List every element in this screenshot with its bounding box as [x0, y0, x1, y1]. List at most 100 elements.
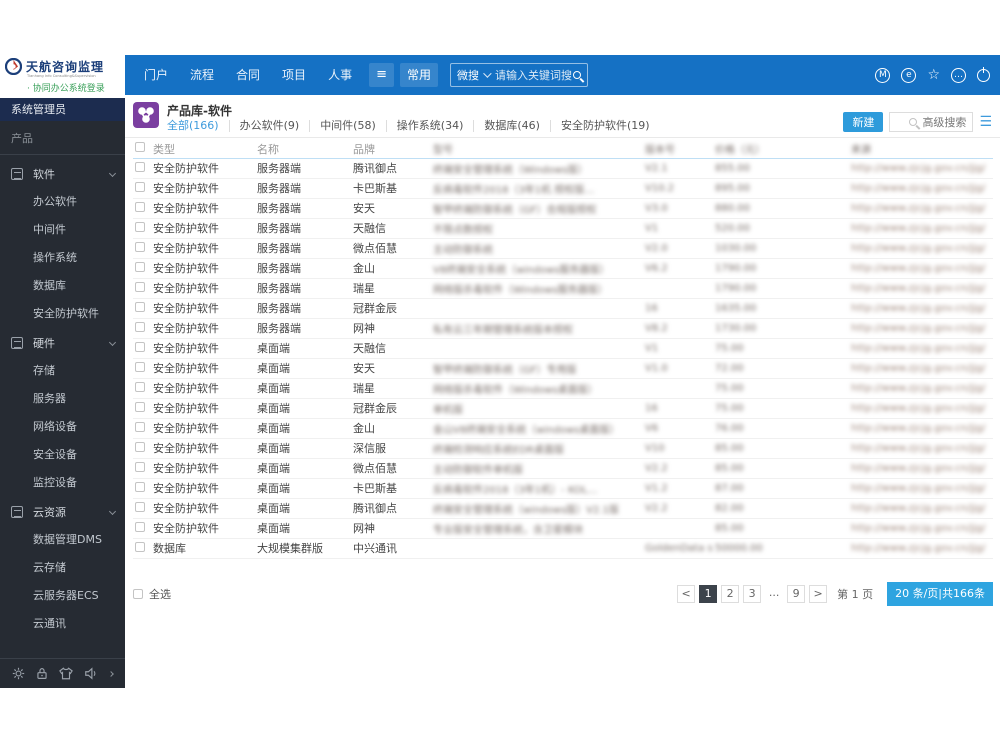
- cell-source-link[interactable]: http://www.zjcjg.gov.cn/jjg/: [849, 178, 993, 199]
- sidebar-item-中间件[interactable]: 中间件: [0, 216, 125, 244]
- search-input[interactable]: 请输入关键词搜: [495, 67, 573, 83]
- column-header-7[interactable]: 来源: [849, 140, 993, 159]
- gear-icon[interactable]: [12, 667, 25, 680]
- page-button->[interactable]: >: [809, 585, 828, 603]
- tab-中间件(58)[interactable]: 中间件(58): [310, 120, 387, 132]
- sidebar-item-操作系统[interactable]: 操作系统: [0, 244, 125, 272]
- page-button-3[interactable]: 3: [743, 585, 762, 603]
- sidebar-group-云资源[interactable]: 云资源: [0, 497, 125, 526]
- search-icon[interactable]: [573, 71, 581, 79]
- cell-source-link[interactable]: http://www.zjcjg.gov.cn/jjg/: [849, 318, 993, 339]
- power-icon[interactable]: [977, 66, 990, 82]
- row-checkbox[interactable]: [135, 181, 145, 192]
- cell-source-link[interactable]: http://www.zjcjg.gov.cn/jjg/: [849, 198, 993, 219]
- cell-source-link[interactable]: http://www.zjcjg.gov.cn/jjg/: [849, 338, 993, 359]
- nav-hamburger-icon[interactable]: ≡: [369, 63, 394, 87]
- lock-icon[interactable]: [36, 667, 48, 680]
- tab-操作系统(34)[interactable]: 操作系统(34): [387, 120, 475, 132]
- sidebar-item-云服务器ECS[interactable]: 云服务器ECS: [0, 582, 125, 610]
- row-checkbox[interactable]: [135, 481, 145, 492]
- cell-source-link[interactable]: http://www.zjcjg.gov.cn/jjg/: [849, 438, 993, 459]
- column-header-5[interactable]: 版本号: [643, 140, 713, 159]
- cell-source-link[interactable]: http://www.zjcjg.gov.cn/jjg/: [849, 418, 993, 439]
- cell-source-link[interactable]: http://www.zjcjg.gov.cn/jjg/: [849, 478, 993, 499]
- column-header-4[interactable]: 型号: [431, 140, 643, 159]
- sidebar-collapse-icon[interactable]: [108, 670, 115, 677]
- nav-item-合同[interactable]: 合同: [225, 55, 271, 95]
- sidebar-item-数据管理DMS[interactable]: 数据管理DMS: [0, 526, 125, 554]
- m-circle-icon[interactable]: M: [875, 67, 891, 83]
- page-button-9[interactable]: 9: [787, 585, 806, 603]
- sidebar-item-办公软件[interactable]: 办公软件: [0, 188, 125, 216]
- oa-login-link[interactable]: · 协同办公系统登录: [27, 81, 121, 94]
- row-checkbox[interactable]: [135, 501, 145, 512]
- row-checkbox[interactable]: [135, 161, 145, 172]
- nav-item-common[interactable]: 常用: [399, 63, 438, 87]
- row-checkbox[interactable]: [135, 461, 145, 472]
- tab-安全防护软件(19)[interactable]: 安全防护软件(19): [551, 120, 660, 132]
- cell-source-link[interactable]: http://www.zjcjg.gov.cn/jjg/: [849, 398, 993, 419]
- speaker-icon[interactable]: [84, 667, 98, 680]
- sidebar-item-云通讯[interactable]: 云通讯: [0, 610, 125, 638]
- nav-item-项目[interactable]: 项目: [271, 55, 317, 95]
- tab-数据库(46)[interactable]: 数据库(46): [474, 120, 551, 132]
- row-checkbox[interactable]: [135, 541, 145, 552]
- row-checkbox[interactable]: [135, 521, 145, 532]
- row-checkbox[interactable]: [135, 421, 145, 432]
- e-circle-icon[interactable]: e: [901, 67, 917, 83]
- cell-source-link[interactable]: http://www.zjcjg.gov.cn/jjg/: [849, 258, 993, 279]
- nav-item-流程[interactable]: 流程: [179, 55, 225, 95]
- ellipsis-circle-icon[interactable]: …: [951, 67, 966, 83]
- column-header-2[interactable]: 名称: [255, 140, 351, 159]
- page-button-1[interactable]: 1: [699, 585, 718, 603]
- cell-source-link[interactable]: http://www.zjcjg.gov.cn/jjg/: [849, 358, 993, 379]
- row-checkbox[interactable]: [135, 341, 145, 352]
- cell-source-link[interactable]: http://www.zjcjg.gov.cn/jjg/: [849, 538, 993, 559]
- sidebar-item-网络设备[interactable]: 网络设备: [0, 413, 125, 441]
- tab-办公软件(9)[interactable]: 办公软件(9): [230, 120, 311, 132]
- cell-source-link[interactable]: http://www.zjcjg.gov.cn/jjg/: [849, 458, 993, 479]
- row-checkbox[interactable]: [135, 221, 145, 232]
- sidebar-item-数据库[interactable]: 数据库: [0, 272, 125, 300]
- row-checkbox[interactable]: [135, 441, 145, 452]
- column-header-6[interactable]: 价格（元）: [713, 140, 849, 159]
- row-checkbox[interactable]: [135, 381, 145, 392]
- tab-全部(166)[interactable]: 全部(166): [167, 120, 230, 132]
- column-header-1[interactable]: 类型: [151, 140, 255, 159]
- cell-source-link[interactable]: http://www.zjcjg.gov.cn/jjg/: [849, 278, 993, 299]
- sidebar-item-监控设备[interactable]: 监控设备: [0, 469, 125, 497]
- sidebar-group-硬件[interactable]: 硬件: [0, 328, 125, 357]
- page-button-...[interactable]: ...: [765, 585, 784, 603]
- row-checkbox[interactable]: [135, 301, 145, 312]
- row-checkbox[interactable]: [135, 321, 145, 332]
- row-checkbox[interactable]: [135, 281, 145, 292]
- sidebar-item-云存储[interactable]: 云存储: [0, 554, 125, 582]
- row-checkbox[interactable]: [135, 361, 145, 372]
- list-view-icon[interactable]: ☰: [979, 115, 992, 129]
- star-icon[interactable]: ☆: [927, 67, 940, 83]
- column-header-3[interactable]: 品牌: [351, 140, 431, 159]
- search-scope-dropdown[interactable]: 微搜: [457, 67, 495, 83]
- nav-item-门户[interactable]: 门户: [133, 55, 179, 95]
- row-checkbox[interactable]: [135, 201, 145, 212]
- advanced-search-button[interactable]: 高级搜索: [922, 114, 966, 130]
- select-all-header-checkbox[interactable]: [135, 142, 145, 153]
- theme-shirt-icon[interactable]: [59, 667, 73, 680]
- cell-source-link[interactable]: http://www.zjcjg.gov.cn/jjg/: [849, 298, 993, 319]
- new-button[interactable]: 新建: [843, 112, 884, 132]
- page-button-<[interactable]: <: [677, 585, 696, 603]
- sidebar-item-存储[interactable]: 存储: [0, 357, 125, 385]
- page-button-2[interactable]: 2: [721, 585, 740, 603]
- select-all-checkbox[interactable]: [133, 589, 143, 599]
- cell-source-link[interactable]: http://www.zjcjg.gov.cn/jjg/: [849, 518, 993, 539]
- cell-source-link[interactable]: http://www.zjcjg.gov.cn/jjg/: [849, 498, 993, 519]
- nav-item-人事[interactable]: 人事: [317, 55, 363, 95]
- sidebar-group-软件[interactable]: 软件: [0, 159, 125, 188]
- cell-source-link[interactable]: http://www.zjcjg.gov.cn/jjg/: [849, 378, 993, 399]
- row-checkbox[interactable]: [135, 401, 145, 412]
- sidebar-item-安全防护软件[interactable]: 安全防护软件: [0, 300, 125, 328]
- cell-source-link[interactable]: http://www.zjcjg.gov.cn/jjg/: [849, 218, 993, 239]
- cell-source-link[interactable]: http://www.zjcjg.gov.cn/jjg/: [849, 238, 993, 259]
- sidebar-item-安全设备[interactable]: 安全设备: [0, 441, 125, 469]
- table-search-input[interactable]: 高级搜索: [889, 112, 974, 132]
